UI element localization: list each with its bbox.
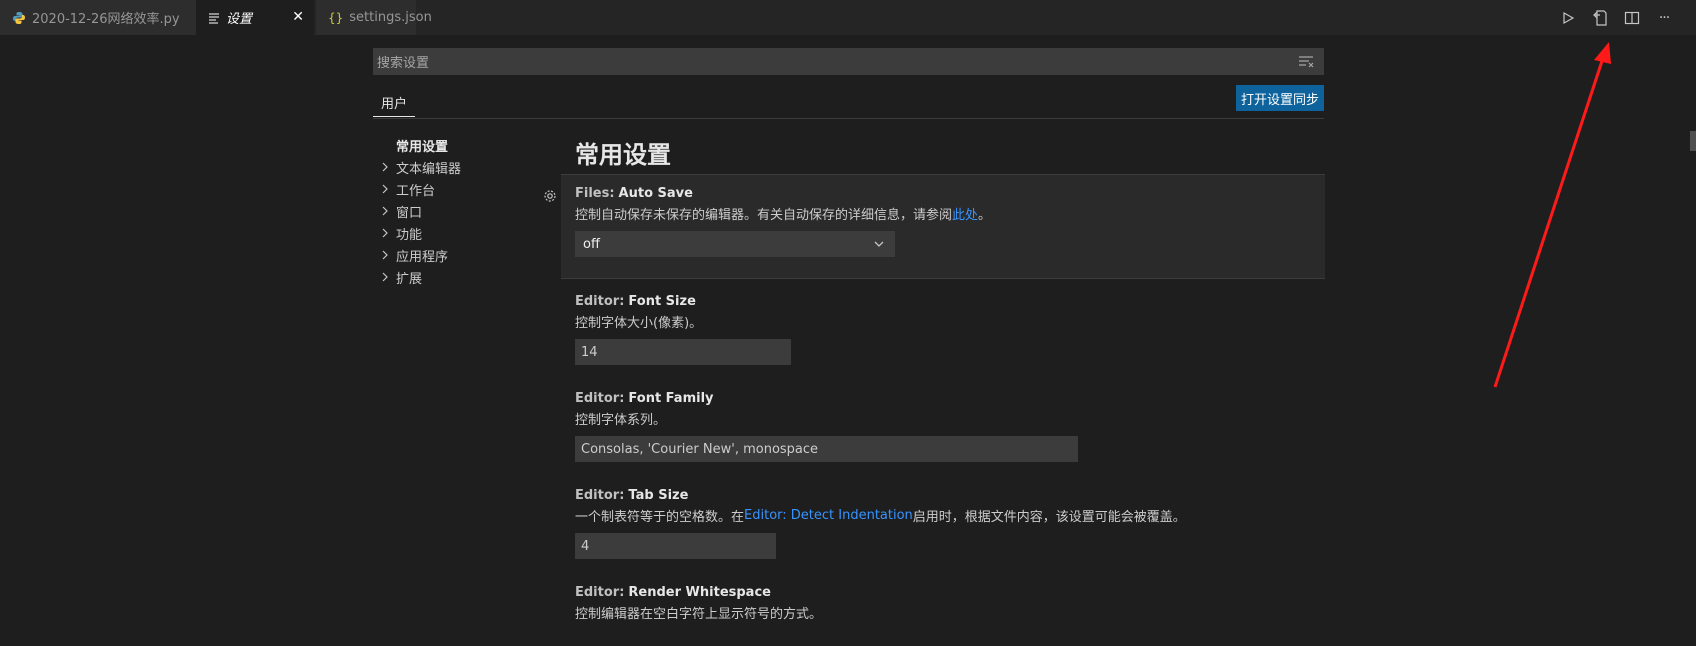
chevron-right-icon (380, 228, 396, 238)
setting-title: Editor: Tab Size (575, 485, 1311, 505)
desc-link[interactable]: Editor: Detect Indentation (744, 508, 913, 523)
setting-key: Font Size (628, 293, 696, 309)
setting-key: Auto Save (618, 185, 693, 201)
open-settings-json-icon[interactable] (1584, 0, 1616, 35)
search-placeholder: 搜索设置 (377, 56, 430, 71)
python-icon (12, 11, 26, 25)
close-icon[interactable]: ✕ (292, 9, 304, 25)
toc-item-label: 应用程序 (396, 249, 449, 265)
toc-item[interactable]: 工作台 (380, 178, 560, 200)
desc-link[interactable]: 此处 (952, 204, 978, 223)
setting-description: 一个制表符等于的空格数。在 Editor: Detect Indentation… (575, 505, 1311, 525)
setting-files-auto-save: Files: Auto Save 控制自动保存未保存的编辑器。有关自动保存的详细… (544, 174, 1325, 279)
setting-editor-font-size: Editor: Font Size 控制字体大小(像素)。 14 (561, 279, 1325, 376)
setting-description: 控制字体大小(像素)。 (575, 315, 703, 331)
toc-item[interactable]: 功能 (380, 222, 560, 244)
toc-item[interactable]: 文本编辑器 (380, 156, 560, 178)
setting-description: 控制字体系列。 (575, 412, 667, 428)
setting-title: Editor: Render Whitespace (575, 582, 1311, 602)
open-settings-sync-button[interactable]: 打开设置同步 (1235, 85, 1324, 111)
group-title: 常用设置 (575, 140, 671, 169)
setting-key: Tab Size (628, 487, 689, 503)
chevron-right-icon (380, 272, 396, 282)
setting-category: Editor: (575, 584, 625, 600)
gear-icon[interactable] (543, 189, 557, 207)
editor-actions: ··· (1552, 0, 1680, 35)
split-editor-icon[interactable] (1616, 0, 1648, 35)
toc-item-label: 扩展 (396, 271, 423, 287)
toc-item-label: 功能 (396, 227, 423, 243)
chevron-right-icon (380, 162, 396, 172)
setting-category: Editor: (575, 293, 625, 309)
toc-item[interactable]: 窗口 (380, 200, 560, 222)
chevron-right-icon (380, 250, 396, 260)
toc-item-label: 文本编辑器 (396, 161, 462, 177)
setting-description: 控制编辑器在空白字符上显示符号的方式。 (575, 606, 823, 622)
chevron-right-icon (380, 206, 396, 216)
tab-python-file[interactable]: 2020-12-26网络效率.py (0, 0, 196, 35)
chevron-down-icon (873, 238, 885, 254)
setting-category: Files: (575, 185, 615, 201)
run-icon[interactable] (1552, 0, 1584, 35)
desc-text: 启用时，根据文件内容，该设置可能会被覆盖。 (912, 509, 1186, 525)
vertical-scrollbar[interactable] (1690, 131, 1696, 151)
chevron-right-icon (380, 184, 396, 194)
desc-text: 。 (978, 207, 992, 223)
tab-user[interactable]: 用户 (373, 88, 415, 117)
tab-settings[interactable]: 设置 ✕ (196, 0, 314, 35)
auto-save-select[interactable]: off (575, 231, 895, 257)
tab-label: settings.json (349, 10, 432, 25)
editor-tab-bar: 2020-12-26网络效率.py 设置 ✕ {} settings.json … (0, 0, 1696, 35)
settings-scope-bar: 用户 打开设置同步 (373, 85, 1324, 119)
toc-item-label: 窗口 (396, 205, 423, 221)
setting-title: Editor: Font Family (575, 388, 1311, 408)
setting-title: Files: Auto Save (575, 183, 1311, 203)
toc-item[interactable]: 应用程序 (380, 244, 560, 266)
setting-category: Editor: (575, 487, 625, 503)
tab-label: 2020-12-26网络效率.py (32, 12, 180, 27)
setting-editor-font-family: Editor: Font Family 控制字体系列。 Consolas, 'C… (561, 376, 1325, 473)
desc-text: 一个制表符等于的空格数。在 (575, 509, 745, 525)
settings-list: 常用设置 Files: Auto Save 控制自动保存未保存的编辑器。有关自动… (544, 130, 1325, 634)
setting-editor-tab-size: Editor: Tab Size 一个制表符等于的空格数。在 Editor: D… (561, 473, 1325, 570)
settings-search-input[interactable]: 搜索设置 (373, 48, 1324, 75)
tab-size-input[interactable]: 4 (575, 533, 776, 559)
settings-list-icon (208, 12, 220, 24)
clear-filter-icon[interactable] (1298, 54, 1314, 72)
json-braces-icon: {} (328, 10, 344, 25)
setting-description: 控制自动保存未保存的编辑器。有关自动保存的详细信息，请参阅 此处。 (575, 203, 1311, 223)
setting-title: Editor: Font Size (575, 291, 1311, 311)
toc-item[interactable]: 扩展 (380, 266, 560, 288)
tab-label: 设置 (226, 12, 253, 27)
select-value: off (583, 236, 600, 252)
toc-item-label: 工作台 (396, 183, 436, 199)
setting-category: Editor: (575, 390, 625, 406)
setting-editor-render-whitespace: Editor: Render Whitespace 控制编辑器在空白字符上显示符… (561, 570, 1325, 634)
settings-toc: 常用设置 文本编辑器 工作台 窗口 功能 应用程序 扩展 (380, 134, 560, 288)
tab-settings-json[interactable]: {} settings.json (316, 0, 432, 35)
more-actions-icon[interactable]: ··· (1648, 0, 1680, 35)
setting-key: Render Whitespace (628, 584, 771, 600)
desc-text: 控制自动保存未保存的编辑器。有关自动保存的详细信息，请参阅 (575, 207, 953, 223)
font-family-input[interactable]: Consolas, 'Courier New', monospace (575, 436, 1078, 462)
setting-key: Font Family (628, 390, 714, 406)
toc-item-common[interactable]: 常用设置 (380, 134, 560, 156)
font-size-input[interactable]: 14 (575, 339, 791, 365)
